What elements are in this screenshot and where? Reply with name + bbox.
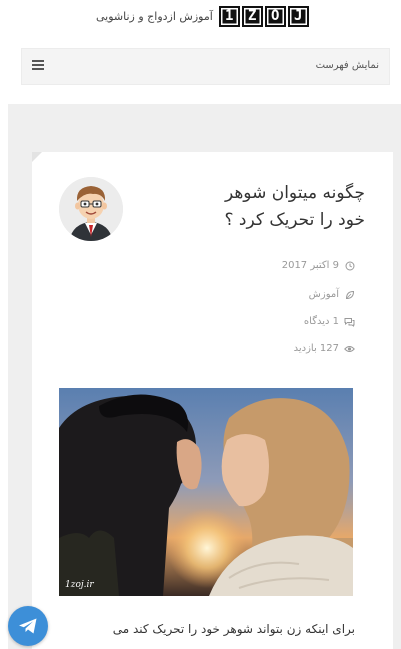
post-comments-count[interactable]: 1 دیدگاه [304, 316, 339, 327]
post-views: 127 بازدید [155, 343, 355, 354]
site-header: آموزش ازدواج و زناشویی 1 Z O J [0, 0, 401, 40]
comment-icon [344, 316, 355, 327]
post-card: چگونه میتوان شوهر خود را تحریک کرد ؟ 9 ا… [32, 152, 393, 649]
leaf-icon [344, 289, 355, 300]
post-excerpt: برای اینکه زن بتواند شوهر خود را تحریک ک… [112, 622, 355, 636]
post-date-text: 9 اکتبر 2017 [281, 260, 339, 271]
menu-toggle-label[interactable]: نمایش فهرست [316, 60, 379, 71]
post-title[interactable]: چگونه میتوان شوهر خود را تحریک کرد ؟ [165, 180, 365, 234]
post-date: 9 اکتبر 2017 [155, 260, 355, 271]
post-featured-image[interactable]: 1zoj.ir [59, 388, 353, 596]
site-branding[interactable]: آموزش ازدواج و زناشویی 1 Z O J [96, 3, 309, 29]
post-title-line[interactable]: خود را تحریک کرد ؟ [165, 207, 365, 234]
telegram-icon [19, 618, 37, 634]
post-category-link[interactable]: آموزش [309, 289, 339, 300]
logo-letter: 1 [218, 5, 240, 27]
telegram-button[interactable] [8, 606, 48, 646]
card-corner-fold [32, 152, 42, 162]
author-avatar[interactable] [59, 177, 123, 241]
post-category[interactable]: آموزش [155, 289, 355, 300]
site-tagline: آموزش ازدواج و زناشویی [96, 9, 213, 23]
logo-letter: Z [241, 5, 263, 27]
logo-letter: O [264, 5, 286, 27]
eye-icon [344, 343, 355, 354]
clock-icon [344, 260, 355, 271]
mobile-menu-bar[interactable]: نمایش فهرست [21, 48, 390, 85]
hamburger-icon[interactable] [32, 60, 44, 70]
post-comments[interactable]: 1 دیدگاه [155, 316, 355, 327]
post-title-line[interactable]: چگونه میتوان شوهر [165, 180, 365, 207]
image-watermark: 1zoj.ir [65, 580, 94, 590]
post-views-count: 127 بازدید [293, 343, 339, 354]
site-logo[interactable]: 1 Z O J [218, 5, 309, 27]
logo-letter: J [287, 5, 309, 27]
